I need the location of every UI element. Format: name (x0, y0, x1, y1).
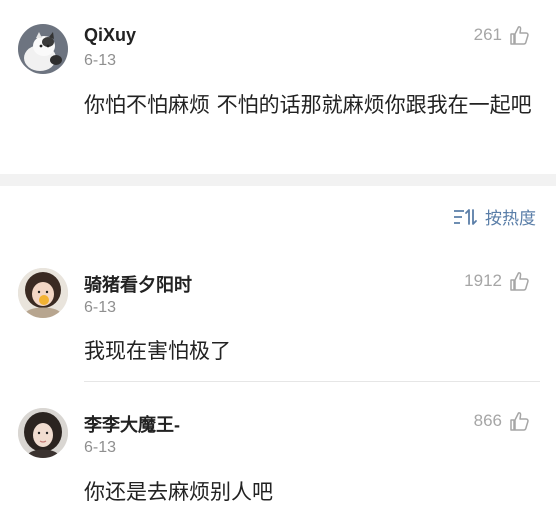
comment-date: 6-13 (84, 299, 117, 316)
avatar-cat-image (18, 24, 68, 74)
sort-button[interactable]: 按热度 (453, 204, 536, 229)
like-count: 261 (473, 25, 502, 44)
avatar-girl-image (18, 408, 68, 458)
list-item: 李李大魔王- 6-13 866 你还是去麻烦别人吧 (0, 392, 556, 518)
like-count: 866 (473, 411, 502, 430)
comment-top: QiXuy 6-13 261 你怕不怕麻烦 不怕的话那就麻烦你跟我在一起吧 (0, 0, 556, 174)
avatar[interactable] (18, 268, 68, 318)
comment-text: 我现在害怕极了 (84, 339, 231, 363)
avatar[interactable] (18, 24, 68, 74)
like-button[interactable]: 866 (474, 408, 530, 434)
avatar[interactable] (18, 408, 68, 458)
row-divider (84, 381, 540, 382)
like-count: 1912 (464, 271, 502, 290)
comment-date: 6-13 (84, 52, 117, 69)
like-button[interactable]: 1912 (464, 268, 530, 294)
like-button[interactable]: 261 (474, 22, 530, 48)
comment-date: 6-13 (84, 439, 117, 456)
list-item: 骑猪看夕阳时 6-13 1912 我现在害怕极了 (0, 250, 556, 380)
username[interactable]: 李李大魔王- (84, 411, 180, 437)
sort-label: 按热度 (485, 209, 536, 229)
thumbs-up-icon (510, 26, 529, 45)
username[interactable]: QiXuy (84, 25, 136, 46)
sort-icon (454, 208, 477, 225)
section-divider (0, 174, 556, 186)
comment-text: 你怕不怕麻烦 不怕的话那就麻烦你跟我在一起吧 (84, 93, 532, 117)
thumbs-up-icon (510, 272, 529, 291)
avatar-girl-image (18, 268, 68, 318)
thumbs-up-icon (510, 412, 529, 431)
comment-text: 你还是去麻烦别人吧 (84, 480, 273, 504)
username[interactable]: 骑猪看夕阳时 (84, 271, 192, 297)
